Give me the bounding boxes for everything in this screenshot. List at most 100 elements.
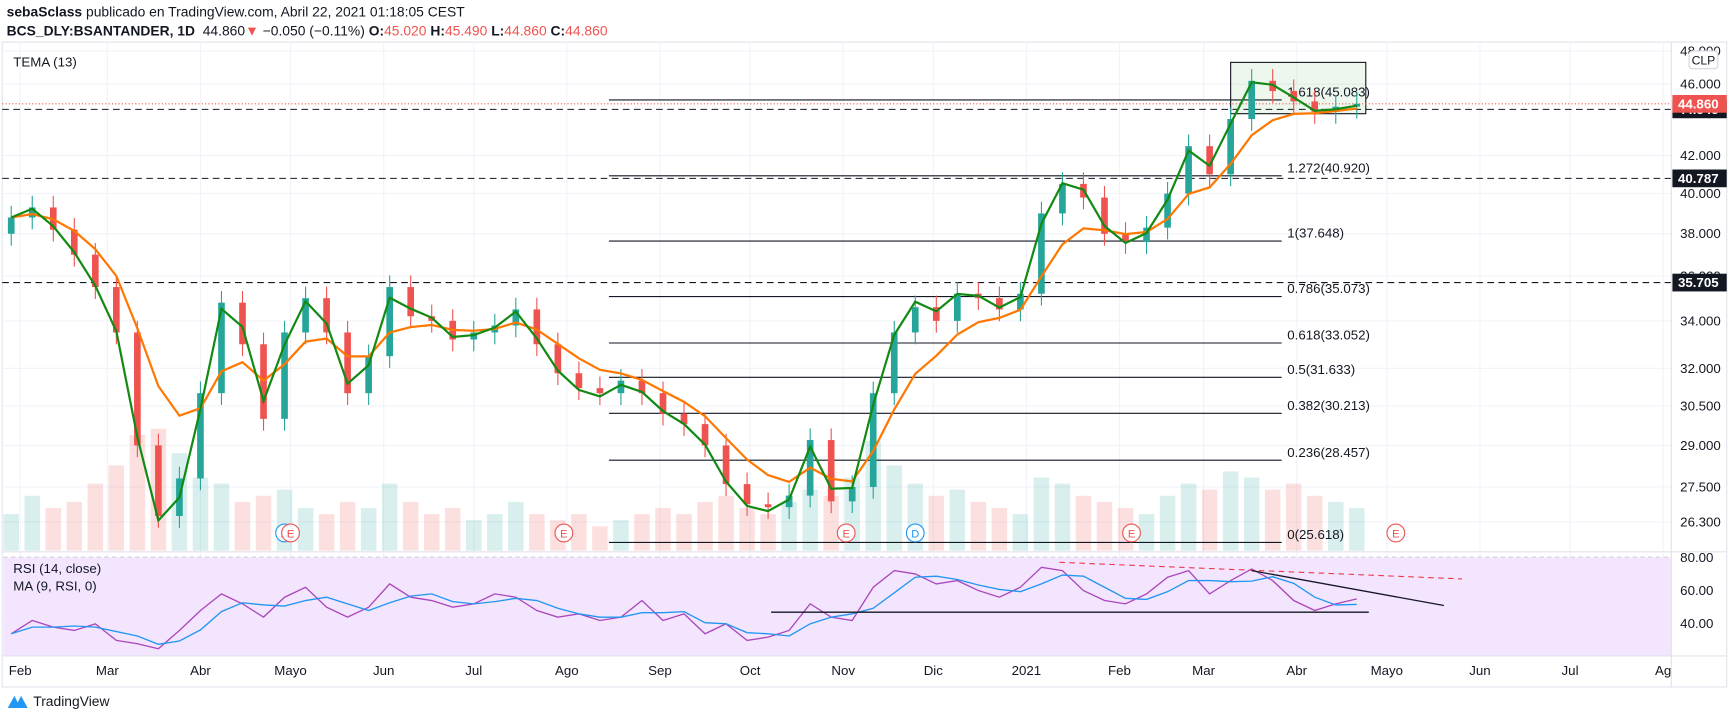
volume-bar	[360, 508, 377, 551]
volume-bar	[1349, 508, 1365, 551]
time-tick-label: Mayo	[1371, 663, 1403, 678]
candle-body	[596, 388, 604, 394]
volume-bar	[1033, 477, 1050, 551]
tema-legend[interactable]: TEMA (13)	[13, 54, 76, 69]
volume-bar	[87, 483, 104, 551]
volume-bar	[381, 483, 398, 551]
price-tick-label: 29.000	[1680, 438, 1721, 453]
time-tick-label: Jul	[465, 663, 482, 678]
volume-bar	[508, 501, 524, 551]
volume-bar	[991, 508, 1008, 551]
fib-level-label: 1.618(45.083)	[1287, 85, 1370, 100]
candle-body	[575, 373, 583, 389]
volume-bar	[634, 514, 650, 551]
volume-bar	[423, 514, 440, 551]
rsi-ma-legend[interactable]: MA (9, RSI, 0)	[13, 579, 96, 594]
volume-bar	[234, 501, 251, 551]
earnings-marker-label: E	[1392, 528, 1399, 540]
tradingview-logo-icon	[7, 695, 28, 709]
volume-bar	[655, 508, 671, 551]
volume-bar	[676, 514, 692, 551]
volume-bar	[571, 514, 587, 551]
volume-bar	[697, 501, 713, 551]
fib-level-label: 0.236(28.457)	[1287, 445, 1370, 460]
dividend-marker-label: D	[911, 528, 919, 540]
time-tick-label: Sep	[648, 663, 672, 678]
price-tick-label: 38.000	[1680, 226, 1721, 241]
time-tick-label: Mar	[1192, 663, 1215, 678]
fib-level-label: 0.5(31.633)	[1287, 362, 1355, 377]
time-tick-label: Ago	[555, 663, 579, 678]
volume-bar	[1222, 471, 1239, 551]
volume-bar	[949, 489, 966, 551]
volume-bar	[1201, 489, 1218, 551]
time-tick-label: Jul	[1562, 663, 1579, 678]
price-tick-label: 46.000	[1680, 77, 1721, 92]
volume-bar	[760, 514, 776, 551]
logo-text: TradingView	[33, 693, 110, 710]
volume-bar	[1138, 514, 1155, 551]
candle-body	[743, 484, 751, 505]
volume-bar	[108, 465, 125, 551]
volume-bar	[255, 495, 272, 551]
price-tick-label: 42.000	[1680, 148, 1721, 163]
volume-bar	[24, 495, 41, 551]
time-tick-label: Mayo	[274, 663, 306, 678]
time-tick-label: Ag	[1655, 663, 1671, 678]
time-tick-label: Dic	[924, 663, 944, 678]
volume-bar	[339, 501, 356, 551]
time-tick-label: Feb	[9, 663, 32, 678]
fib-level-label: 1.272(40.920)	[1287, 161, 1370, 176]
volume-bar	[213, 483, 230, 551]
volume-bar	[1096, 501, 1113, 551]
time-tick-label: 2021	[1012, 663, 1042, 678]
volume-bar	[402, 501, 419, 551]
earnings-marker-label: E	[560, 528, 567, 540]
volume-bar	[1054, 483, 1071, 551]
price-chart[interactable]: 1.618(45.083) 1.272(40.920) 1(37.648) 0.786…	[0, 0, 1729, 718]
earnings-marker-label: E	[1128, 528, 1135, 540]
price-tick-label: 30.500	[1680, 398, 1721, 413]
candle-body	[407, 287, 415, 317]
fib-level-label: 1(37.648)	[1287, 226, 1344, 241]
volume-bar	[3, 514, 19, 551]
fib-level-label: 0.786(35.073)	[1287, 281, 1370, 296]
level-price-label: 40.787	[1678, 171, 1719, 186]
earnings-marker-label: E	[843, 528, 850, 540]
volume-bar	[318, 514, 335, 551]
time-tick-label: Abr	[1286, 663, 1307, 678]
volume-bar	[1180, 483, 1197, 551]
volume-bar	[45, 508, 62, 551]
volume-bar	[297, 508, 314, 551]
volume-bar	[487, 514, 503, 551]
rsi-background	[3, 557, 1672, 656]
currency-label: CLP	[1692, 53, 1716, 67]
candle-body	[827, 440, 835, 502]
candle-body	[764, 504, 772, 508]
price-tick-label: 26.300	[1680, 514, 1721, 529]
volume-bar	[466, 520, 482, 551]
volume-bar	[970, 501, 987, 551]
currency-badge[interactable]: CLP	[1688, 50, 1719, 70]
tradingview-logo[interactable]: TradingView	[7, 693, 110, 710]
rsi-tick-label: 40.00	[1680, 616, 1713, 631]
level-price-label: 35.705	[1678, 275, 1719, 290]
fib-level-label: 0(25.618)	[1287, 527, 1344, 542]
volume-bar	[886, 465, 903, 551]
rsi-tick-label: 60.00	[1680, 583, 1713, 598]
price-tick-label: 34.000	[1680, 313, 1721, 328]
rsi-tick-label: 80.00	[1680, 550, 1713, 565]
time-tick-label: Jun	[373, 663, 394, 678]
volume-bar	[66, 501, 83, 551]
volume-bar	[1306, 495, 1323, 551]
time-tick-label: Feb	[1108, 663, 1131, 678]
price-tick-label: 32.000	[1680, 361, 1721, 376]
fib-level-label: 0.382(30.213)	[1287, 398, 1370, 413]
volume-bar	[592, 526, 608, 551]
time-tick-label: Jun	[1469, 663, 1490, 678]
price-tick-label: 40.000	[1680, 186, 1721, 201]
candle-body	[155, 445, 162, 516]
price-tick-label: 27.500	[1680, 479, 1721, 494]
rsi-legend[interactable]: RSI (14, close)	[13, 561, 101, 576]
volume-bar	[1243, 477, 1260, 551]
